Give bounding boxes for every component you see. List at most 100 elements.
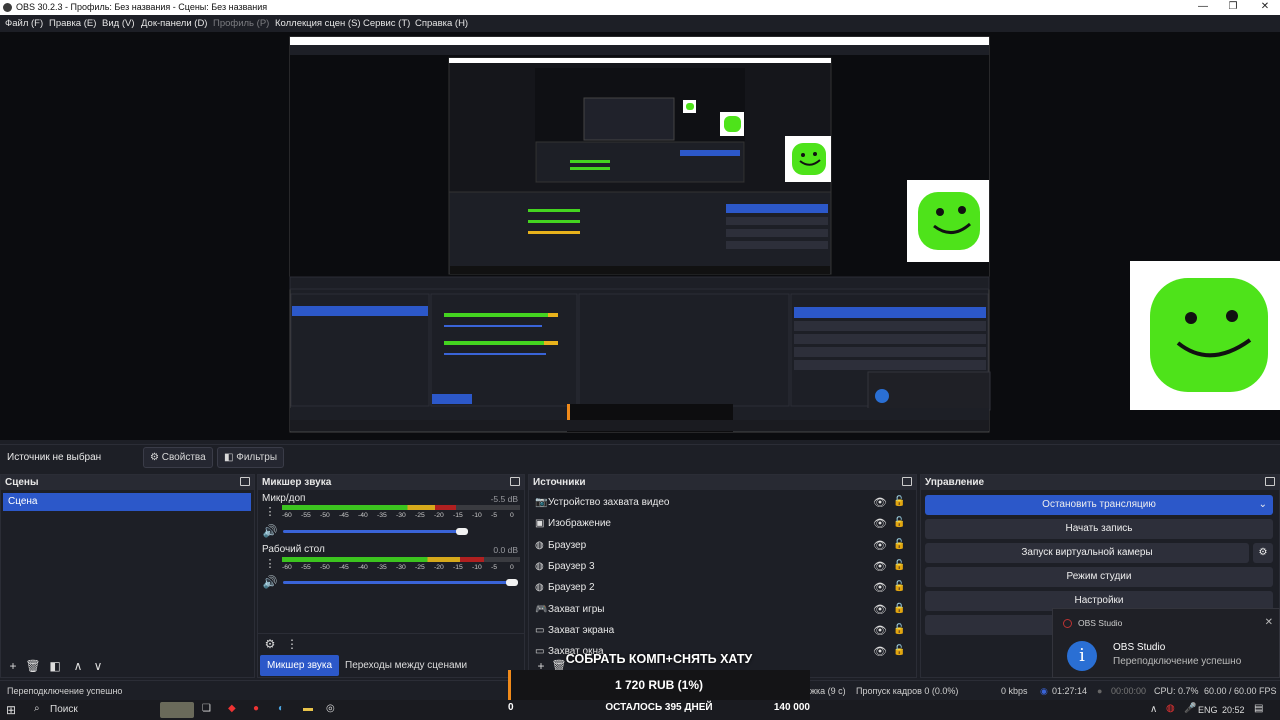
kebab-menu-icon[interactable]: ⋮ [262, 505, 278, 519]
undock-icon[interactable] [1265, 477, 1275, 486]
source-item[interactable]: 🎮 Захват игры 👁 🔒 [529, 600, 919, 621]
speaker-icon[interactable]: 🔊 [262, 524, 278, 538]
trash-icon[interactable]: 🗑 [25, 659, 41, 673]
taskbar-search[interactable]: Поиск [50, 704, 78, 715]
menu-scene-collection[interactable]: Коллекция сцен (S) [275, 18, 361, 29]
stop-stream-label: Остановить трансляцию [1042, 499, 1156, 510]
meter-tick-label: -50 [320, 512, 330, 519]
clock[interactable]: 20:52 [1222, 705, 1245, 715]
preview-canvas[interactable] [0, 32, 1280, 440]
source-item[interactable]: ▣ Изображение 👁 🔓 [529, 514, 919, 535]
task-view-icon[interactable]: ❏ [202, 703, 211, 714]
tab-audio-mixer[interactable]: Микшер звука [260, 655, 340, 676]
lock-open-icon[interactable]: 🔓 [893, 560, 905, 571]
sources-header: Источники [529, 475, 916, 490]
chevron-down-icon[interactable]: ⌄ [1259, 495, 1267, 515]
gamepad-icon: 🎮 [535, 603, 548, 615]
filter-icon[interactable]: ◧ [47, 659, 63, 673]
toast-body: Переподключение успешно [1113, 656, 1242, 667]
notifications-icon[interactable]: ▤ [1254, 703, 1263, 714]
toast-app-name: OBS Studio [1078, 618, 1123, 628]
move-up-icon[interactable]: ∧ [70, 659, 86, 673]
menu-docks[interactable]: Док-панели (D) [141, 18, 207, 29]
volume-knob-mic[interactable] [456, 528, 468, 535]
maximize-button[interactable]: ❐ [1218, 0, 1248, 15]
filters-button[interactable]: ◧ Фильтры [217, 447, 285, 468]
menu-edit[interactable]: Правка (E) [49, 18, 96, 29]
move-down-icon[interactable]: ∨ [90, 659, 106, 673]
lock-closed-icon[interactable]: 🔒 [893, 603, 905, 614]
status-kbps: 0 kbps [1001, 686, 1028, 696]
lock-open-icon[interactable]: 🔓 [893, 581, 905, 592]
start-recording-button[interactable]: Начать запись [925, 519, 1273, 539]
microphone-icon[interactable]: 🎤 [1184, 703, 1196, 714]
lock-open-icon[interactable]: 🔓 [893, 496, 905, 507]
virtual-camera-settings-icon[interactable]: ⚙ [1253, 543, 1273, 563]
source-item[interactable]: ◍ Браузер 2 👁 🔓 [529, 578, 919, 599]
menu-file[interactable]: Файл (F) [5, 18, 43, 29]
visibility-eye-icon[interactable]: 👁 [873, 624, 887, 637]
menu-view[interactable]: Вид (V) [102, 18, 135, 29]
volume-slider-mic[interactable] [283, 530, 468, 533]
visibility-eye-icon[interactable]: 👁 [873, 581, 887, 594]
undock-icon[interactable] [902, 477, 912, 486]
source-item[interactable]: ◍ Браузер 👁 🔓 [529, 536, 919, 557]
menu-help[interactable]: Справка (H) [415, 18, 468, 29]
scene-item[interactable]: Сцена [3, 493, 251, 511]
windows-start-icon[interactable]: ⊞ [6, 703, 16, 717]
visibility-eye-icon[interactable]: 👁 [873, 603, 887, 616]
lock-open-icon[interactable]: 🔓 [893, 624, 905, 635]
properties-button[interactable]: ⚙ Свойства [143, 447, 213, 468]
obs-logo-icon [3, 3, 12, 12]
globe-icon: ◍ [535, 560, 544, 572]
kebab-menu-icon[interactable]: ⋮ [284, 637, 300, 651]
search-highlight-image [160, 702, 194, 718]
source-item[interactable]: ◍ Браузер 3 👁 🔓 [529, 557, 919, 578]
undock-icon[interactable] [240, 477, 250, 486]
visibility-eye-icon[interactable]: 👁 [873, 517, 887, 530]
source-item[interactable]: 📷 Устройство захвата видео 👁 🔓 [529, 493, 919, 514]
browser-icon[interactable]: ● [253, 703, 259, 714]
lock-open-icon[interactable]: 🔓 [893, 645, 905, 656]
kebab-menu-icon[interactable]: ⋮ [262, 557, 278, 571]
record-icon: ● [1097, 686, 1103, 696]
undock-icon[interactable] [510, 477, 520, 486]
visibility-eye-icon[interactable]: 👁 [873, 560, 887, 573]
language-indicator[interactable]: ENG [1198, 705, 1218, 715]
folder-icon[interactable]: ▬ [303, 703, 313, 714]
visibility-eye-icon[interactable]: 👁 [873, 645, 887, 658]
mixer-settings-icon[interactable]: ⚙ [262, 637, 278, 651]
lock-open-icon[interactable]: 🔓 [893, 517, 905, 528]
tab-scene-transitions[interactable]: Переходы между сценами [338, 655, 474, 676]
tray-app-icon[interactable]: ◍ [1166, 703, 1175, 714]
add-icon[interactable]: + [5, 659, 21, 673]
menu-tools[interactable]: Сервис (T) [363, 18, 410, 29]
speaker-icon[interactable]: 🔊 [262, 575, 278, 589]
obs-taskbar-icon[interactable]: ◎ [326, 703, 335, 714]
close-button[interactable]: ✕ [1250, 0, 1280, 15]
source-item[interactable]: ▭ Захват экрана 👁 🔓 [529, 621, 919, 642]
volume-knob-desktop[interactable] [506, 579, 518, 586]
visibility-eye-icon[interactable]: 👁 [873, 496, 887, 509]
globe-icon: ◍ [535, 582, 544, 594]
stop-stream-button[interactable]: Остановить трансляцию ⌄ [925, 495, 1273, 515]
controls-header: Управление [921, 475, 1279, 490]
steam-icon[interactable]: ◐ [278, 703, 284, 714]
lock-open-icon[interactable]: 🔓 [893, 539, 905, 550]
notification-toast[interactable]: OBS Studio ✕ i OBS Studio Переподключени… [1052, 608, 1280, 678]
volume-slider-desktop[interactable] [283, 581, 518, 584]
meter-tick-label: -5 [491, 512, 498, 519]
studio-mode-button[interactable]: Режим студии [925, 567, 1273, 587]
tray-chevron-icon[interactable]: ∧ [1150, 704, 1157, 715]
search-icon[interactable]: ⌕ [34, 703, 40, 714]
minimize-button[interactable]: — [1188, 0, 1218, 15]
meter-tick-label: -20 [434, 512, 444, 519]
virtual-camera-button[interactable]: Запуск виртуальной камеры [925, 543, 1249, 563]
scenes-title: Сцены [5, 477, 39, 488]
status-dropped-frames: Пропуск кадров 0 (0.0%) [856, 686, 959, 696]
toast-close-icon[interactable]: ✕ [1265, 617, 1273, 628]
menu-profile[interactable]: Профиль (P) [213, 18, 269, 29]
yandex-icon[interactable]: ◆ [228, 703, 236, 714]
visibility-eye-icon[interactable]: 👁 [873, 539, 887, 552]
source-name: Захват игры [548, 603, 605, 615]
